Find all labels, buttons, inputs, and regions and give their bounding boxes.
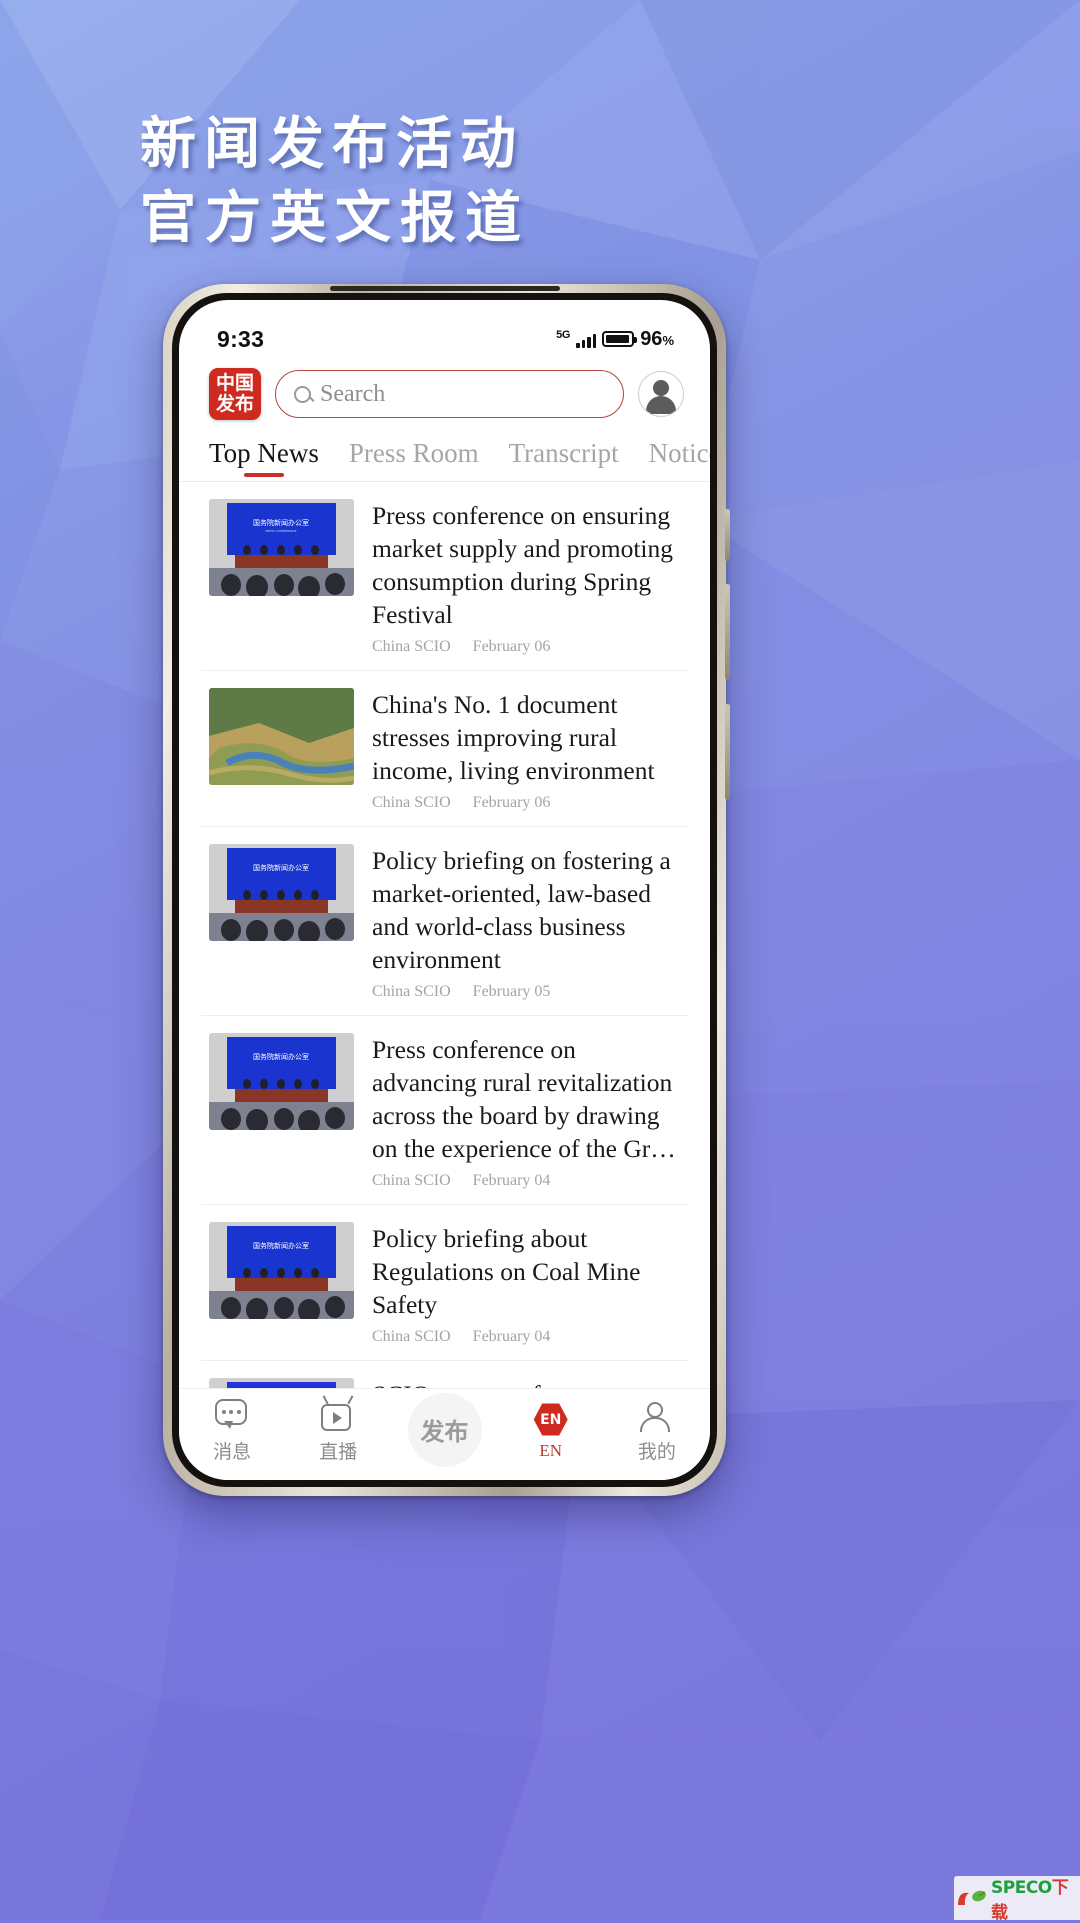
news-date: February 05 bbox=[472, 983, 551, 1000]
news-title: Policy briefing on fostering a market-or… bbox=[372, 846, 671, 974]
nav-label-profile: 我的 bbox=[637, 1441, 676, 1463]
news-thumbnail: 国务院新闻办公室 PRESS CONFERENCE bbox=[209, 499, 354, 596]
nav-item-profile[interactable]: 我的 bbox=[604, 1399, 710, 1464]
person-icon bbox=[640, 1402, 670, 1432]
news-title: SCIO press conference on performance of … bbox=[372, 1378, 680, 1388]
user-avatar-icon bbox=[653, 380, 669, 396]
list-item[interactable]: 国务院新闻办公室 Policy briefing about Regulatio… bbox=[201, 1205, 688, 1361]
nav-item-language-en[interactable]: EN EN bbox=[498, 1403, 604, 1461]
news-list[interactable]: 国务院新闻办公室 PRESS CONFERENCE Press conferenc… bbox=[179, 482, 710, 1388]
status-time: 9:33 bbox=[217, 325, 265, 352]
nav-item-messages[interactable]: 消息 bbox=[179, 1399, 285, 1464]
tab-transcript[interactable]: Transcript bbox=[509, 438, 619, 481]
nav-label-messages: 消息 bbox=[213, 1441, 252, 1463]
news-thumbnail bbox=[209, 688, 354, 785]
signal-bars-icon bbox=[576, 331, 597, 348]
news-source: China SCIO bbox=[372, 983, 451, 1000]
phone-mockup: 9:33 5G 96% 中国 发布 Search Top News Press … bbox=[163, 284, 730, 1496]
watermark-text: SPECO下载 bbox=[991, 1878, 1069, 1923]
en-hexagon-icon: EN bbox=[533, 1403, 568, 1436]
news-thumbnail: 国务院新闻办公室 bbox=[209, 1378, 354, 1388]
poster-headline: 新闻发布活动 官方英文报道 bbox=[140, 108, 530, 256]
svg-text:国务院新闻办公室: 国务院新闻办公室 bbox=[253, 518, 309, 527]
chat-icon bbox=[215, 1399, 248, 1425]
news-thumbnail: 国务院新闻办公室 bbox=[209, 844, 354, 941]
news-source: China SCIO bbox=[372, 1172, 451, 1189]
watermark-logo-icon bbox=[954, 1887, 988, 1909]
logo-line-2: 发布 bbox=[215, 393, 254, 415]
news-title: China's No. 1 document stresses improvin… bbox=[372, 690, 655, 785]
news-source: China SCIO bbox=[372, 638, 451, 655]
battery-percent: 96% bbox=[640, 327, 674, 350]
app-header: 中国 发布 Search bbox=[179, 362, 710, 430]
phone-button-volume-up bbox=[725, 584, 730, 680]
news-title: Policy briefing about Regulations on Coa… bbox=[372, 1224, 641, 1319]
svg-text:国务院新闻办公室: 国务院新闻办公室 bbox=[253, 863, 309, 872]
list-item[interactable]: 国务院新闻办公室 SCIO press conference on perfor… bbox=[201, 1361, 688, 1388]
list-item[interactable]: 国务院新闻办公室 Press conference on advancing r… bbox=[201, 1016, 688, 1205]
nav-item-publish[interactable]: 发布 bbox=[391, 1392, 497, 1471]
network-type-label: 5G bbox=[556, 328, 571, 341]
category-tabs: Top News Press Room Transcript Notice bbox=[179, 430, 710, 482]
app-logo[interactable]: 中国 发布 bbox=[209, 368, 261, 420]
news-thumbnail: 国务院新闻办公室 bbox=[209, 1222, 354, 1319]
status-bar: 9:33 5G 96% bbox=[179, 300, 710, 362]
search-icon bbox=[294, 385, 311, 403]
news-date: February 04 bbox=[472, 1172, 551, 1189]
headline-line-2: 官方英文报道 bbox=[140, 186, 530, 251]
battery-icon bbox=[602, 331, 637, 347]
phone-button-power bbox=[725, 704, 730, 800]
list-item[interactable]: China's No. 1 document stresses improvin… bbox=[201, 671, 688, 827]
svg-text:PRESS CONFERENCE: PRESS CONFERENCE bbox=[265, 529, 296, 533]
news-source: China SCIO bbox=[372, 1328, 451, 1345]
tab-top-news[interactable]: Top News bbox=[209, 438, 319, 481]
list-item[interactable]: 国务院新闻办公室 Policy briefing on fostering a … bbox=[201, 827, 688, 1016]
search-input[interactable]: Search bbox=[275, 370, 624, 418]
site-watermark: SPECO下载 bbox=[954, 1876, 1080, 1923]
bottom-navigation: 消息 直播 发布 EN EN 我的 bbox=[179, 1388, 710, 1480]
list-item[interactable]: 国务院新闻办公室 PRESS CONFERENCE Press conferenc… bbox=[201, 482, 688, 671]
publish-center-button: 发布 bbox=[407, 1392, 482, 1467]
search-placeholder: Search bbox=[320, 380, 386, 407]
news-date: February 04 bbox=[472, 1328, 551, 1345]
live-broadcast-icon bbox=[321, 1404, 352, 1431]
news-thumbnail: 国务院新闻办公室 bbox=[209, 1033, 354, 1130]
phone-earpiece bbox=[329, 286, 560, 291]
news-date: February 06 bbox=[472, 638, 551, 655]
avatar[interactable] bbox=[638, 371, 684, 417]
svg-text:国务院新闻办公室: 国务院新闻办公室 bbox=[253, 1241, 309, 1250]
news-date: February 06 bbox=[472, 794, 551, 811]
svg-text:国务院新闻办公室: 国务院新闻办公室 bbox=[253, 1052, 309, 1061]
news-title: Press conference on ensuring market supp… bbox=[372, 501, 673, 629]
nav-label-live: 直播 bbox=[319, 1441, 358, 1463]
phone-screen: 9:33 5G 96% 中国 发布 Search Top News Press … bbox=[179, 300, 710, 1480]
tab-press-room[interactable]: Press Room bbox=[349, 438, 479, 481]
news-title: Press conference on advancing rural revi… bbox=[372, 1035, 676, 1163]
tab-notice[interactable]: Notice bbox=[649, 438, 710, 481]
logo-line-1: 中国 bbox=[215, 372, 254, 394]
nav-label-en: EN bbox=[539, 1440, 563, 1460]
nav-item-live[interactable]: 直播 bbox=[285, 1399, 391, 1464]
headline-line-1: 新闻发布活动 bbox=[140, 112, 524, 177]
news-source: China SCIO bbox=[372, 794, 451, 811]
phone-button-mute bbox=[725, 509, 730, 561]
